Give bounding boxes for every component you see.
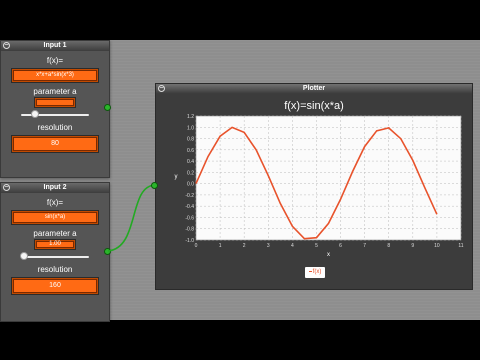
x-tick-label: 8: [387, 243, 390, 249]
collapse-icon[interactable]: −: [3, 184, 10, 191]
y-tick-label: -0.6: [185, 215, 194, 221]
resolution-field[interactable]: 80: [12, 136, 98, 152]
y-tick-label: 0.8: [187, 137, 194, 143]
x-tick-label: 2: [243, 243, 246, 249]
input-1-output-port[interactable]: [104, 104, 111, 111]
resolution-label: resolution: [37, 123, 73, 132]
x-tick-label: 6: [339, 243, 342, 249]
x-tick-label: 10: [434, 243, 440, 249]
x-tick-label: 9: [411, 243, 414, 249]
f-label: f(x)=: [46, 56, 64, 65]
f-label: f(x)=: [46, 198, 64, 207]
input-1-titlebar[interactable]: − Input 1: [1, 41, 109, 51]
y-tick-label: -0.2: [185, 193, 194, 199]
y-tick-label: -1.0: [185, 238, 194, 244]
expression-input[interactable]: x*x+a*sin(x*3): [12, 69, 98, 82]
expression-input[interactable]: sin(x*a): [12, 211, 98, 224]
input-2-panel[interactable]: − Input 2 f(x)= sin(x*a) parameter a 1.0…: [0, 182, 110, 322]
y-axis-label: y: [175, 174, 178, 180]
slider-track: [21, 256, 89, 258]
parameter-value-field[interactable]: 1.00: [35, 240, 75, 249]
parameter-label: parameter a: [33, 229, 77, 238]
legend-label: f(x): [312, 269, 322, 275]
plotter-input-port[interactable]: [151, 182, 158, 189]
x-tick-label: 5: [315, 243, 318, 249]
x-tick-label: 3: [267, 243, 270, 249]
input-2-title: Input 2: [43, 184, 67, 191]
y-tick-label: 0.4: [187, 159, 194, 165]
x-tick-label: 11: [458, 243, 463, 249]
input-1-panel[interactable]: − Input 1 f(x)= x*x+a*sin(x*3) parameter…: [0, 40, 110, 178]
x-tick-label: 1: [219, 243, 222, 249]
slider-thumb[interactable]: [30, 110, 39, 118]
plotter-panel[interactable]: − Plotter f(x)=sin(x*a) 0 1 2 3 4 5 6 7 8 9 10 11 -1…: [155, 83, 473, 290]
y-tick-label: 0.0: [187, 182, 194, 188]
input-2-titlebar[interactable]: − Input 2: [1, 183, 109, 193]
x-tick-label: 0: [195, 243, 198, 249]
x-axis-label: x: [327, 252, 330, 258]
legend-swatch: [308, 270, 312, 272]
resolution-field[interactable]: 160: [12, 278, 98, 294]
y-tick-label: 1.2: [187, 114, 194, 120]
slider-thumb[interactable]: [20, 252, 29, 260]
y-tick-label: -0.4: [185, 204, 194, 210]
parameter-label: parameter a: [33, 87, 77, 96]
legend: f(x): [305, 267, 325, 278]
x-tick-label: 4: [291, 243, 294, 249]
input-1-title: Input 1: [43, 42, 67, 49]
collapse-icon[interactable]: −: [3, 42, 10, 49]
resolution-label: resolution: [37, 265, 73, 274]
input-2-output-port[interactable]: [104, 248, 111, 255]
y-tick-label: -0.8: [185, 227, 194, 233]
y-tick-label: 0.2: [187, 170, 194, 176]
parameter-slider[interactable]: [20, 252, 89, 262]
x-tick-label: 7: [363, 243, 366, 249]
y-tick-label: 1.0: [187, 125, 194, 131]
plot-area: 0 1 2 3 4 5 6 7 8 9 10 11 -1.0 -0.8 -0.6 -0.4 -0.2 0.0 0.2…: [175, 114, 464, 258]
y-tick-label: 0.6: [187, 148, 194, 154]
parameter-value-field[interactable]: [35, 98, 75, 107]
parameter-slider[interactable]: [21, 110, 89, 120]
